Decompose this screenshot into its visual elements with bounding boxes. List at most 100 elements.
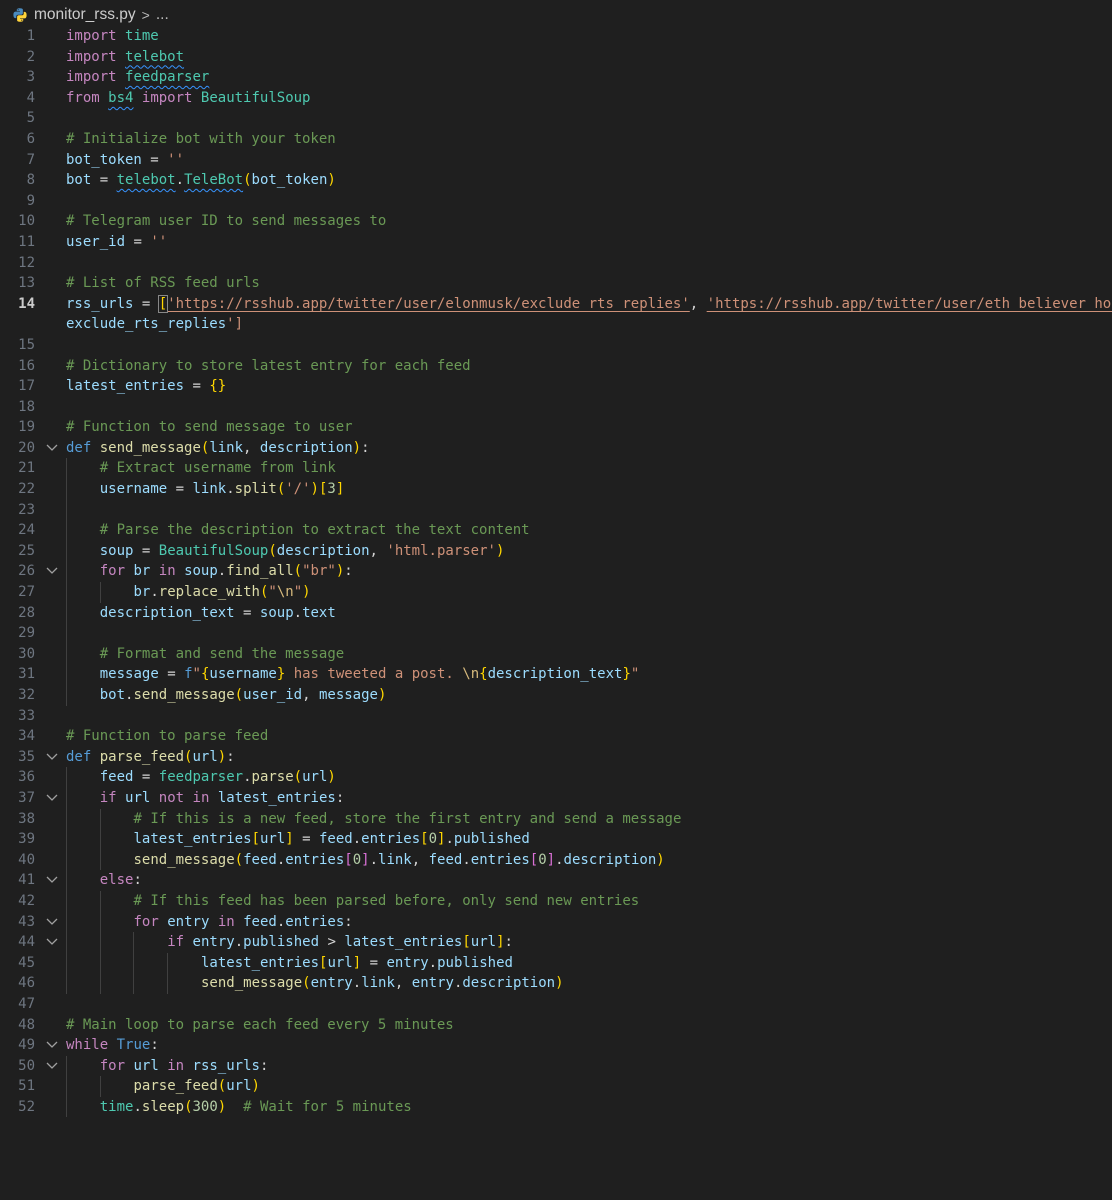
code-line[interactable]: 19 # Function to send message to user	[0, 417, 1112, 438]
code-line[interactable]: 22 username = link.split('/')[3]	[0, 479, 1112, 500]
code-text[interactable]: for entry in feed.entries:	[66, 912, 353, 933]
code-line[interactable]: 33	[0, 706, 1112, 727]
code-line[interactable]: 52 time.sleep(300) # Wait for 5 minutes	[0, 1096, 1112, 1118]
code-line[interactable]: 13 # List of RSS feed urls	[0, 273, 1112, 294]
code-line[interactable]: 24 # Parse the description to extract th…	[0, 520, 1112, 541]
code-line[interactable]: 34 # Function to parse feed	[0, 726, 1112, 747]
code-line[interactable]: exclude_rts_replies']	[0, 314, 1112, 335]
code-text[interactable]: # If this is a new feed, store the first…	[66, 809, 682, 830]
code-line[interactable]: 51 parse_feed(url)	[0, 1076, 1112, 1097]
code-line[interactable]: 39 latest_entries[url] = feed.entries[0]…	[0, 829, 1112, 850]
code-text[interactable]: # List of RSS feed urls	[66, 273, 260, 294]
code-text[interactable]: from bs4 import BeautifulSoup	[66, 88, 310, 109]
code-line[interactable]: 29	[0, 623, 1112, 644]
code-line[interactable]: 38 # If this is a new feed, store the fi…	[0, 808, 1112, 830]
code-text[interactable]: def parse_feed(url):	[66, 747, 235, 768]
code-line[interactable]: 21 # Extract username from link	[0, 458, 1112, 480]
code-text[interactable]: # Extract username from link	[66, 458, 336, 479]
code-text[interactable]: def send_message(link, description):	[66, 438, 370, 459]
code-line[interactable]: 25 soup = BeautifulSoup(description, 'ht…	[0, 540, 1112, 562]
code-text[interactable]: if entry.published > latest_entries[url]…	[66, 932, 513, 953]
code-text[interactable]: # Main loop to parse each feed every 5 m…	[66, 1015, 454, 1036]
code-line[interactable]: 18	[0, 397, 1112, 418]
code-line[interactable]: 44 if entry.published > latest_entries[u…	[0, 932, 1112, 953]
code-line[interactable]: 27 br.replace_with("\n")	[0, 582, 1112, 603]
code-text[interactable]: latest_entries = {}	[66, 376, 226, 397]
code-line[interactable]: 35 def parse_feed(url):	[0, 747, 1112, 768]
code-line[interactable]: 30 # Format and send the message	[0, 643, 1112, 665]
code-text[interactable]: user_id = ''	[66, 232, 167, 253]
code-line[interactable]: 10 # Telegram user ID to send messages to	[0, 211, 1112, 232]
code-text[interactable]: description_text = soup.text	[66, 603, 336, 624]
code-text[interactable]: # Function to parse feed	[66, 726, 268, 747]
code-text[interactable]: if url not in latest_entries:	[66, 788, 345, 809]
code-line[interactable]: 41 else:	[0, 870, 1112, 891]
code-line[interactable]: 8 bot = telebot.TeleBot(bot_token)	[0, 170, 1112, 191]
code-text[interactable]: username = link.split('/')[3]	[66, 479, 345, 500]
code-text[interactable]: latest_entries[url] = entry.published	[66, 953, 513, 974]
code-line[interactable]: 14 rss_urls = ['https://rsshub.app/twitte…	[0, 294, 1112, 315]
code-text[interactable]: bot_token = ''	[66, 150, 184, 171]
fold-chevron-icon[interactable]	[44, 870, 60, 890]
code-line[interactable]: 4 from bs4 import BeautifulSoup	[0, 88, 1112, 109]
code-line[interactable]: 47	[0, 994, 1112, 1015]
code-editor[interactable]: monitor_rss.py > ... 1 import time 2 import…	[0, 0, 1112, 1200]
fold-chevron-icon[interactable]	[44, 932, 60, 952]
code-text[interactable]: # Telegram user ID to send messages to	[66, 211, 386, 232]
fold-chevron-icon[interactable]	[44, 438, 60, 458]
code-text[interactable]: rss_urls = ['https://rsshub.app/twitter/…	[66, 294, 1112, 315]
code-line[interactable]: 7 bot_token = ''	[0, 150, 1112, 171]
fold-chevron-icon[interactable]	[44, 561, 60, 581]
code-text[interactable]: # Initialize bot with your token	[66, 129, 336, 150]
code-text[interactable]: while True:	[66, 1035, 159, 1056]
code-text[interactable]: send_message(entry.link, entry.descripti…	[66, 973, 564, 994]
code-text[interactable]: for br in soup.find_all("br"):	[66, 561, 353, 582]
code-text[interactable]: message = f"{username} has tweeted a pos…	[66, 664, 640, 685]
fold-chevron-icon[interactable]	[44, 747, 60, 767]
code-line[interactable]: 6 # Initialize bot with your token	[0, 129, 1112, 150]
code-line[interactable]: 1 import time	[0, 26, 1112, 47]
code-line[interactable]: 9	[0, 191, 1112, 212]
code-line[interactable]: 17 latest_entries = {}	[0, 376, 1112, 397]
code-line[interactable]: 43 for entry in feed.entries:	[0, 911, 1112, 933]
code-text[interactable]: import time	[66, 26, 159, 47]
code-line[interactable]: 36 feed = feedparser.parse(url)	[0, 767, 1112, 788]
code-text[interactable]: time.sleep(300) # Wait for 5 minutes	[66, 1097, 412, 1118]
code-text[interactable]: bot.send_message(user_id, message)	[66, 685, 387, 706]
code-line[interactable]: 31 message = f"{username} has tweeted a …	[0, 664, 1112, 685]
code-line[interactable]: 46 send_message(entry.link, entry.descri…	[0, 973, 1112, 994]
code-line[interactable]: 26 for br in soup.find_all("br"):	[0, 561, 1112, 583]
fold-chevron-icon[interactable]	[44, 912, 60, 932]
code-line[interactable]: 20 def send_message(link, description):	[0, 438, 1112, 459]
code-line[interactable]: 50 for url in rss_urls:	[0, 1055, 1112, 1077]
code-text[interactable]: parse_feed(url)	[66, 1076, 260, 1097]
fold-chevron-icon[interactable]	[44, 1035, 60, 1055]
code-line[interactable]: 23	[0, 499, 1112, 521]
code-line[interactable]: 11 user_id = ''	[0, 232, 1112, 253]
code-line[interactable]: 40 send_message(feed.entries[0].link, fe…	[0, 849, 1112, 871]
breadcrumb-more[interactable]: ...	[156, 6, 169, 24]
code-text[interactable]: feed = feedparser.parse(url)	[66, 767, 336, 788]
code-line[interactable]: 16 # Dictionary to store latest entry for…	[0, 356, 1112, 377]
code-text[interactable]: # Dictionary to store latest entry for e…	[66, 356, 471, 377]
code-line[interactable]: 49 while True:	[0, 1035, 1112, 1056]
code-text[interactable]: latest_entries[url] = feed.entries[0].pu…	[66, 829, 530, 850]
code-text[interactable]: exclude_rts_replies']	[66, 314, 243, 335]
code-line[interactable]: 15	[0, 335, 1112, 356]
code-text[interactable]: send_message(feed.entries[0].link, feed.…	[66, 850, 665, 871]
code-line[interactable]: 3 import feedparser	[0, 67, 1112, 88]
code-line[interactable]: 28 description_text = soup.text	[0, 602, 1112, 624]
code-line[interactable]: 42 # If this feed has been parsed before…	[0, 890, 1112, 912]
code-text[interactable]: bot = telebot.TeleBot(bot_token)	[66, 170, 336, 191]
code-line[interactable]: 45 latest_entries[url] = entry.published	[0, 952, 1112, 974]
code-text[interactable]: # Function to send message to user	[66, 417, 353, 438]
code-line[interactable]: 32 bot.send_message(user_id, message)	[0, 685, 1112, 706]
code-line[interactable]: 2 import telebot	[0, 47, 1112, 68]
fold-chevron-icon[interactable]	[44, 788, 60, 808]
fold-chevron-icon[interactable]	[44, 1056, 60, 1076]
code-text[interactable]: # If this feed has been parsed before, o…	[66, 891, 640, 912]
code-text[interactable]: else:	[66, 870, 142, 891]
code-text[interactable]: import telebot	[66, 47, 184, 68]
code-line[interactable]: 12	[0, 253, 1112, 274]
code-text[interactable]: for url in rss_urls:	[66, 1056, 269, 1077]
